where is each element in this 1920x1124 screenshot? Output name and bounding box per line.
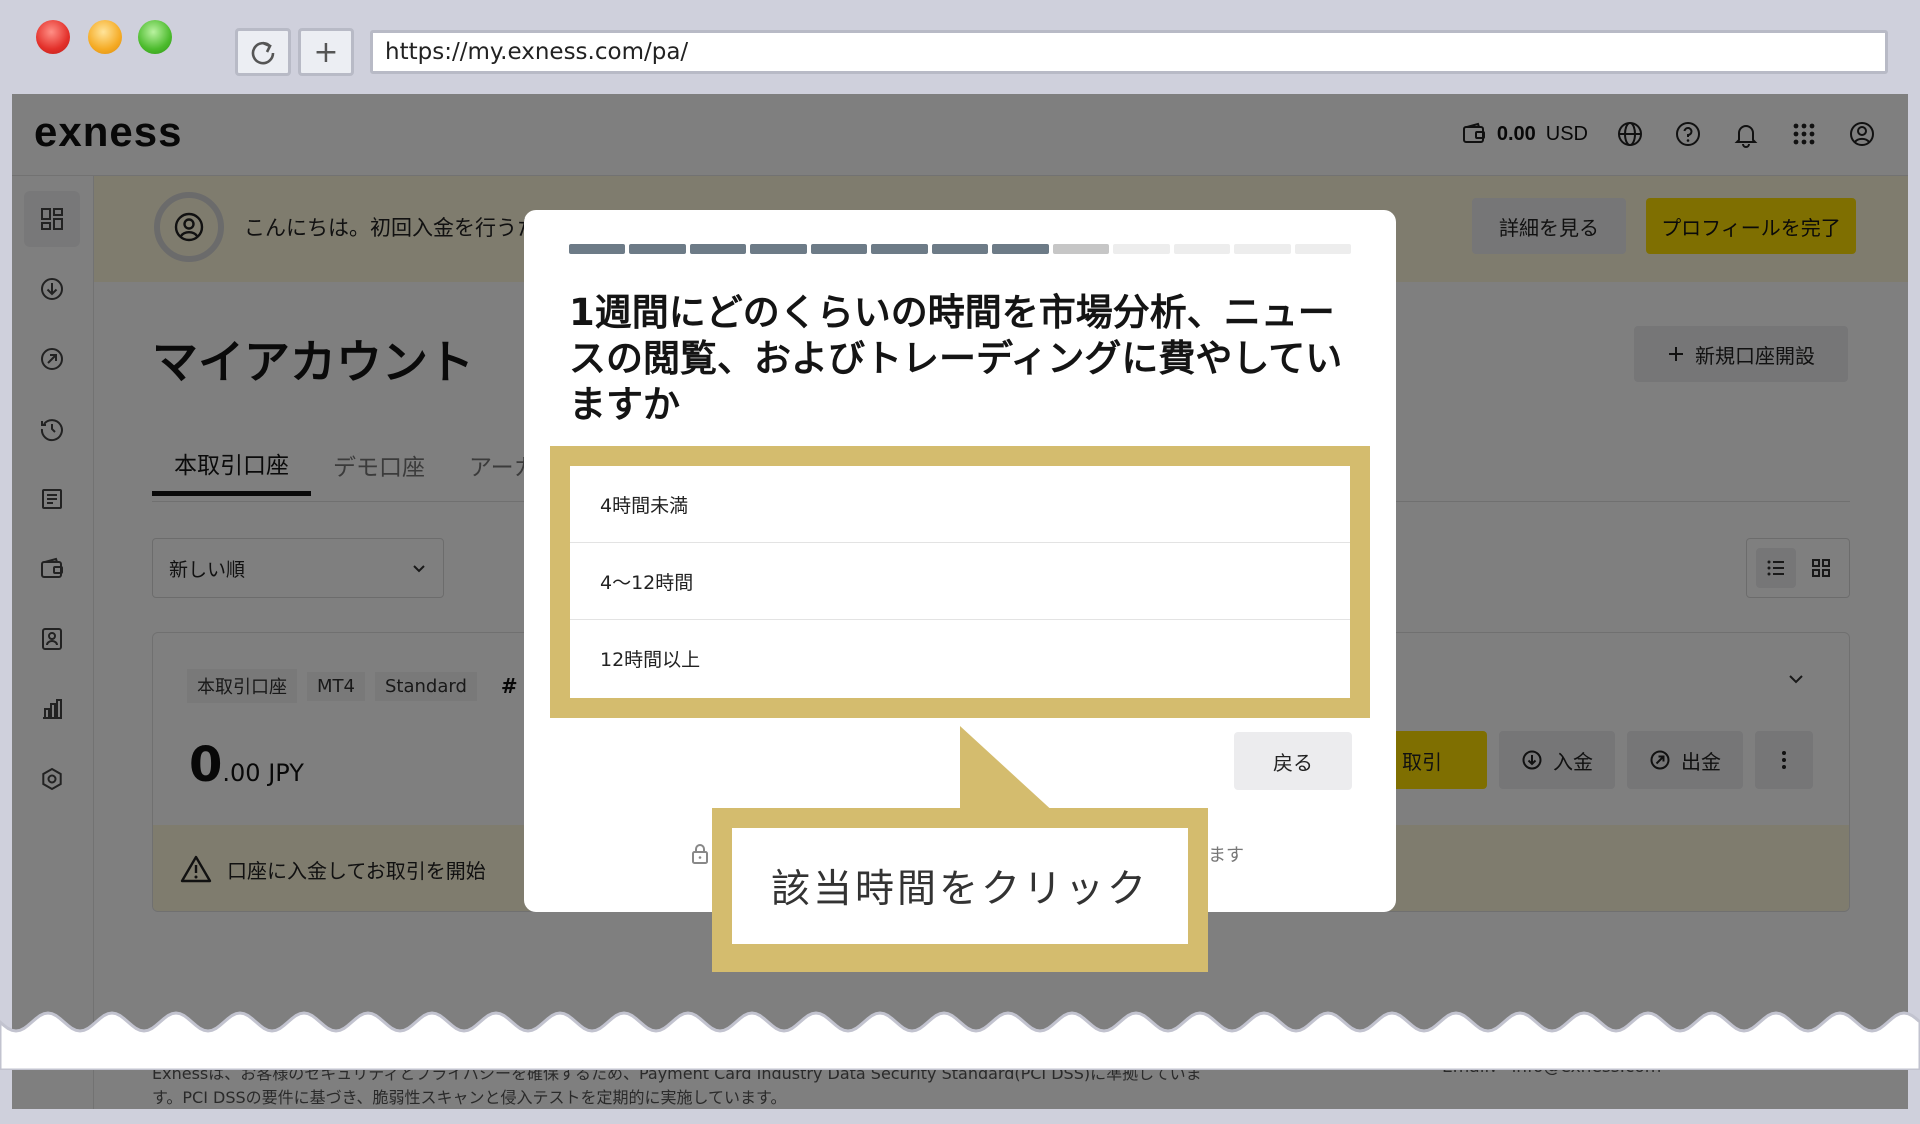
progress-bar bbox=[569, 244, 1352, 254]
browser-chrome: + https://my.exness.com/pa/ bbox=[0, 0, 1920, 94]
progress-segment bbox=[1052, 244, 1110, 254]
progress-segment bbox=[569, 244, 626, 254]
plus-icon: + bbox=[313, 34, 339, 70]
url-text: https://my.exness.com/pa/ bbox=[385, 39, 689, 65]
progress-segment bbox=[750, 244, 807, 254]
option-under-4-hours[interactable]: 4時間未満 bbox=[570, 466, 1350, 543]
reload-icon bbox=[251, 41, 275, 65]
progress-segment bbox=[1234, 244, 1291, 254]
lock-icon bbox=[692, 844, 708, 864]
maximize-window-button[interactable] bbox=[138, 20, 172, 54]
instruction-callout: 該当時間をクリック bbox=[712, 808, 1208, 972]
progress-segment bbox=[689, 244, 747, 254]
callout-text: 該当時間をクリック bbox=[732, 828, 1188, 944]
progress-segment bbox=[1113, 244, 1170, 254]
progress-segment bbox=[1173, 244, 1231, 254]
progress-segment bbox=[629, 244, 686, 254]
security-note-tail: ます bbox=[1208, 845, 1244, 866]
progress-segment bbox=[871, 244, 928, 254]
reload-button[interactable] bbox=[235, 28, 291, 76]
url-bar[interactable]: https://my.exness.com/pa/ bbox=[370, 30, 1888, 74]
callout-pointer bbox=[960, 726, 1056, 814]
close-window-button[interactable] bbox=[36, 20, 70, 54]
new-tab-button[interactable]: + bbox=[298, 28, 354, 76]
option-list: 4時間未満 4～12時間 12時間以上 bbox=[570, 466, 1350, 698]
option-4-12-hours[interactable]: 4～12時間 bbox=[570, 543, 1350, 620]
progress-segment bbox=[810, 244, 868, 254]
question-title: 1週間にどのくらいの時間を市場分析、ニュースの閲覧、およびトレーディングに費やし… bbox=[569, 291, 1343, 426]
minimize-window-button[interactable] bbox=[88, 20, 122, 54]
back-button[interactable]: 戻る bbox=[1234, 732, 1352, 790]
progress-segment bbox=[931, 244, 989, 254]
options-highlight: 4時間未満 4～12時間 12時間以上 bbox=[550, 446, 1370, 718]
torn-edge-decoration bbox=[0, 1011, 1920, 1070]
option-over-12-hours[interactable]: 12時間以上 bbox=[570, 620, 1350, 697]
progress-segment bbox=[992, 244, 1049, 254]
progress-segment bbox=[1294, 244, 1352, 254]
